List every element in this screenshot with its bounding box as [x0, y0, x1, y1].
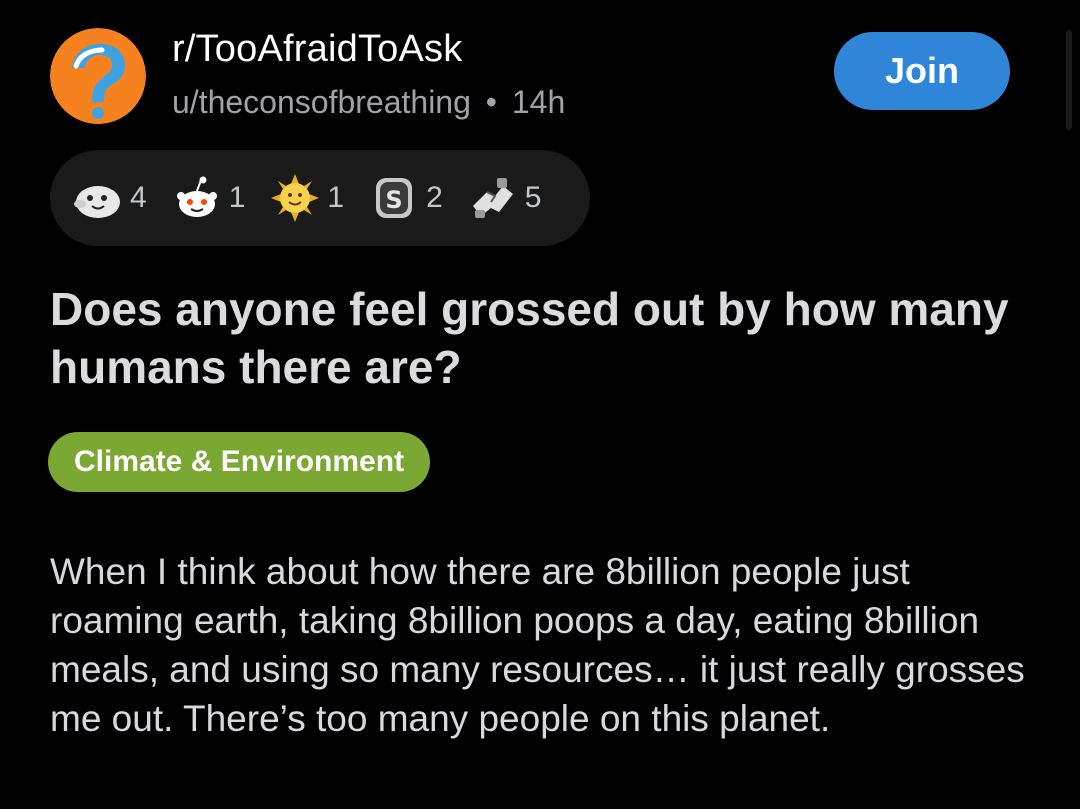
scrollbar[interactable] — [1066, 30, 1072, 130]
award-count: 4 — [130, 181, 147, 214]
handshake-award-icon — [467, 172, 519, 224]
award-count: 1 — [228, 181, 246, 214]
award-item[interactable]: 5 — [467, 172, 542, 224]
post-flair[interactable]: Climate & Environment — [48, 432, 431, 492]
subreddit-name[interactable]: r/TooAfraidToAsk — [172, 28, 462, 71]
meta-separator: • — [485, 84, 497, 120]
award-count: 1 — [327, 181, 345, 214]
post-header: r/TooAfraidToAsk u/theconsofbreathing • … — [50, 22, 1010, 132]
awards-bar[interactable]: 4 1 1 S 2 5 — [50, 150, 590, 246]
award-item[interactable]: 4 — [72, 172, 147, 224]
join-button[interactable]: Join — [834, 32, 1010, 110]
wholesome-seal-icon — [72, 172, 124, 224]
award-count: 5 — [524, 181, 542, 214]
award-count: 2 — [426, 181, 443, 214]
award-item[interactable]: 1 — [171, 172, 246, 224]
snoo-award-icon — [171, 172, 223, 224]
award-item[interactable]: S 2 — [368, 172, 443, 224]
post-age: 14h — [511, 84, 566, 120]
author-link[interactable]: u/theconsofbreathing — [172, 84, 471, 120]
svg-text:S: S — [385, 186, 402, 214]
sun-face-award-icon — [269, 172, 321, 224]
award-item[interactable]: 1 — [269, 172, 344, 224]
post-body: When I think about how there are 8billio… — [50, 551, 1025, 739]
question-mark-subreddit-icon[interactable] — [50, 28, 146, 124]
silver-s-coin-icon: S — [368, 172, 420, 224]
post-meta: u/theconsofbreathing • 14h — [172, 84, 565, 121]
post-title[interactable]: Does anyone feel grossed out by how many… — [50, 280, 1010, 396]
